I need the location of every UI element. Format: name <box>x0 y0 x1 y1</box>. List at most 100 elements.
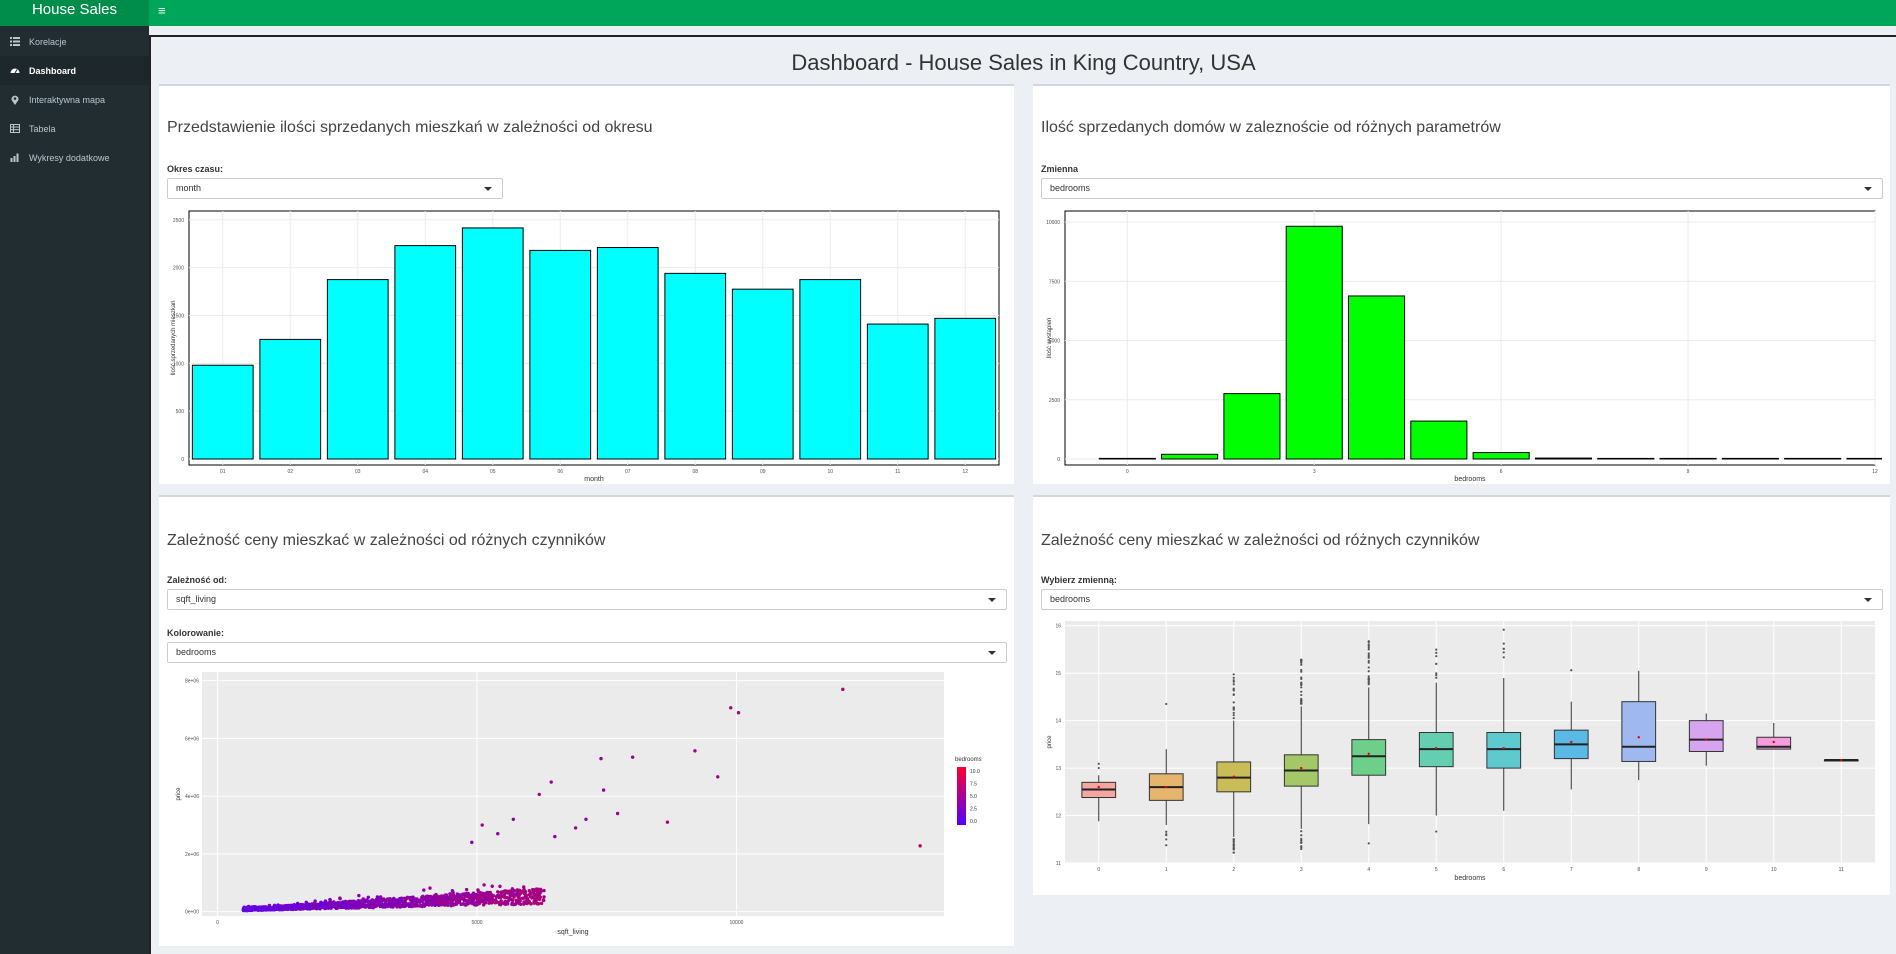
data-point <box>296 905 301 909</box>
bar <box>934 317 997 460</box>
data-point <box>460 893 464 898</box>
x-tick-label: 0 <box>1126 469 1129 475</box>
y-tick-label: 0 <box>181 457 184 463</box>
x-tick-label: 1 <box>1165 867 1168 873</box>
x-tick-label: 12 <box>962 469 968 475</box>
data-point <box>519 889 524 894</box>
dependency-select[interactable]: sqft_living <box>167 589 1007 610</box>
outlier-point <box>1232 693 1235 696</box>
legend-tick-label: 2.5 <box>970 807 977 813</box>
data-point <box>504 901 508 906</box>
outlier-point <box>1300 830 1303 833</box>
data-point <box>465 902 470 906</box>
sidebar-item-korelacje[interactable]: Korelacje <box>0 27 149 56</box>
data-point <box>247 907 252 911</box>
mean-point <box>1705 738 1708 741</box>
data-point <box>318 907 322 911</box>
sidebar-item-tabela[interactable]: Tabela <box>0 114 149 143</box>
data-point <box>464 887 469 892</box>
outlier-point <box>1300 686 1303 689</box>
data-point <box>736 711 741 715</box>
x-tick-label: 03 <box>355 469 361 475</box>
x-tick-label: 08 <box>692 469 698 475</box>
data-point <box>357 893 361 898</box>
sidebar-item-mapa[interactable]: Interaktywna mapa <box>0 85 149 114</box>
data-point <box>481 903 486 907</box>
data-point <box>435 902 439 907</box>
choose-variable-select[interactable]: bedrooms <box>1041 589 1883 610</box>
bar <box>1534 457 1592 460</box>
choose-variable-label: Wybierz zmienną: <box>1041 575 1117 585</box>
sidebar-item-dashboard[interactable]: Dashboard <box>0 56 149 85</box>
y-tick-label: 2e+06 <box>185 852 199 858</box>
outlier-point <box>1502 642 1505 645</box>
legend-tick-label: 7.5 <box>970 782 977 788</box>
outlier-point <box>1367 675 1370 678</box>
hamburger-icon[interactable]: ≡ <box>158 4 166 18</box>
outlier-point <box>1300 690 1303 693</box>
x-tick-label: 10000 <box>729 920 743 926</box>
data-point <box>484 892 488 896</box>
outlier-point <box>1570 669 1573 672</box>
data-point <box>403 901 407 905</box>
sidebar-item-label: Korelacje <box>29 36 67 47</box>
data-point <box>522 896 526 900</box>
y-tick-label: 2000 <box>173 266 184 272</box>
variable-select[interactable]: bedrooms <box>1041 178 1883 199</box>
data-point <box>456 895 460 899</box>
data-point <box>434 899 439 904</box>
outlier-point <box>1300 663 1303 666</box>
period-select[interactable]: month <box>167 178 503 199</box>
data-point <box>329 901 334 905</box>
coloring-select-value: bedrooms <box>176 647 217 657</box>
data-point <box>474 892 479 897</box>
data-point <box>414 901 418 906</box>
outlier-point <box>1165 834 1168 837</box>
coloring-select[interactable]: bedrooms <box>167 642 1007 663</box>
mean-point <box>1165 785 1168 789</box>
bar <box>1098 457 1156 460</box>
data-point <box>434 892 438 897</box>
data-point <box>504 890 508 895</box>
outlier-point <box>1232 846 1235 849</box>
x-tick-label: 0 <box>216 920 219 926</box>
outlier-point <box>1367 654 1370 657</box>
bar <box>664 272 727 460</box>
data-point <box>537 897 542 902</box>
data-point <box>490 884 494 888</box>
y-axis-label: Ilość sprzedanych mieszkań <box>171 300 177 375</box>
sidebar-item-label: Wykresy dodatkowe <box>29 152 110 163</box>
data-point <box>387 901 391 905</box>
x-tick-label: 11 <box>1839 867 1844 873</box>
outlier-point <box>1300 702 1303 705</box>
data-point <box>443 903 447 907</box>
box <box>1486 732 1522 769</box>
y-tick-label: 16 <box>1055 624 1061 630</box>
data-point <box>440 894 444 898</box>
data-point <box>443 897 448 902</box>
data-point <box>293 904 298 908</box>
outlier-point <box>1367 682 1370 685</box>
sidebar-item-wykresy[interactable]: Wykresy dodatkowe <box>0 143 149 172</box>
legend-tick-label: 0.0 <box>970 819 977 825</box>
x-tick-label: 5 <box>1435 867 1438 873</box>
data-point <box>512 888 516 893</box>
data-point <box>446 903 450 907</box>
data-point <box>539 901 544 906</box>
outlier-point <box>1232 843 1235 846</box>
outlier-point <box>1300 834 1303 837</box>
data-point <box>468 895 473 899</box>
data-point <box>918 844 922 848</box>
data-point <box>535 902 540 906</box>
y-tick-label: 0e+00 <box>185 910 199 916</box>
x-tick-label: 5000 <box>471 920 482 926</box>
x-axis-label: sqft_living <box>557 929 588 936</box>
outlier-point <box>1232 714 1235 717</box>
data-point <box>424 902 428 906</box>
grid-icon <box>9 36 21 48</box>
data-point <box>513 902 518 906</box>
data-point <box>452 894 456 899</box>
y-tick-label: 500 <box>176 409 185 415</box>
x-tick-label: 9 <box>1687 469 1690 475</box>
app-logo[interactable]: House Sales <box>0 0 149 26</box>
